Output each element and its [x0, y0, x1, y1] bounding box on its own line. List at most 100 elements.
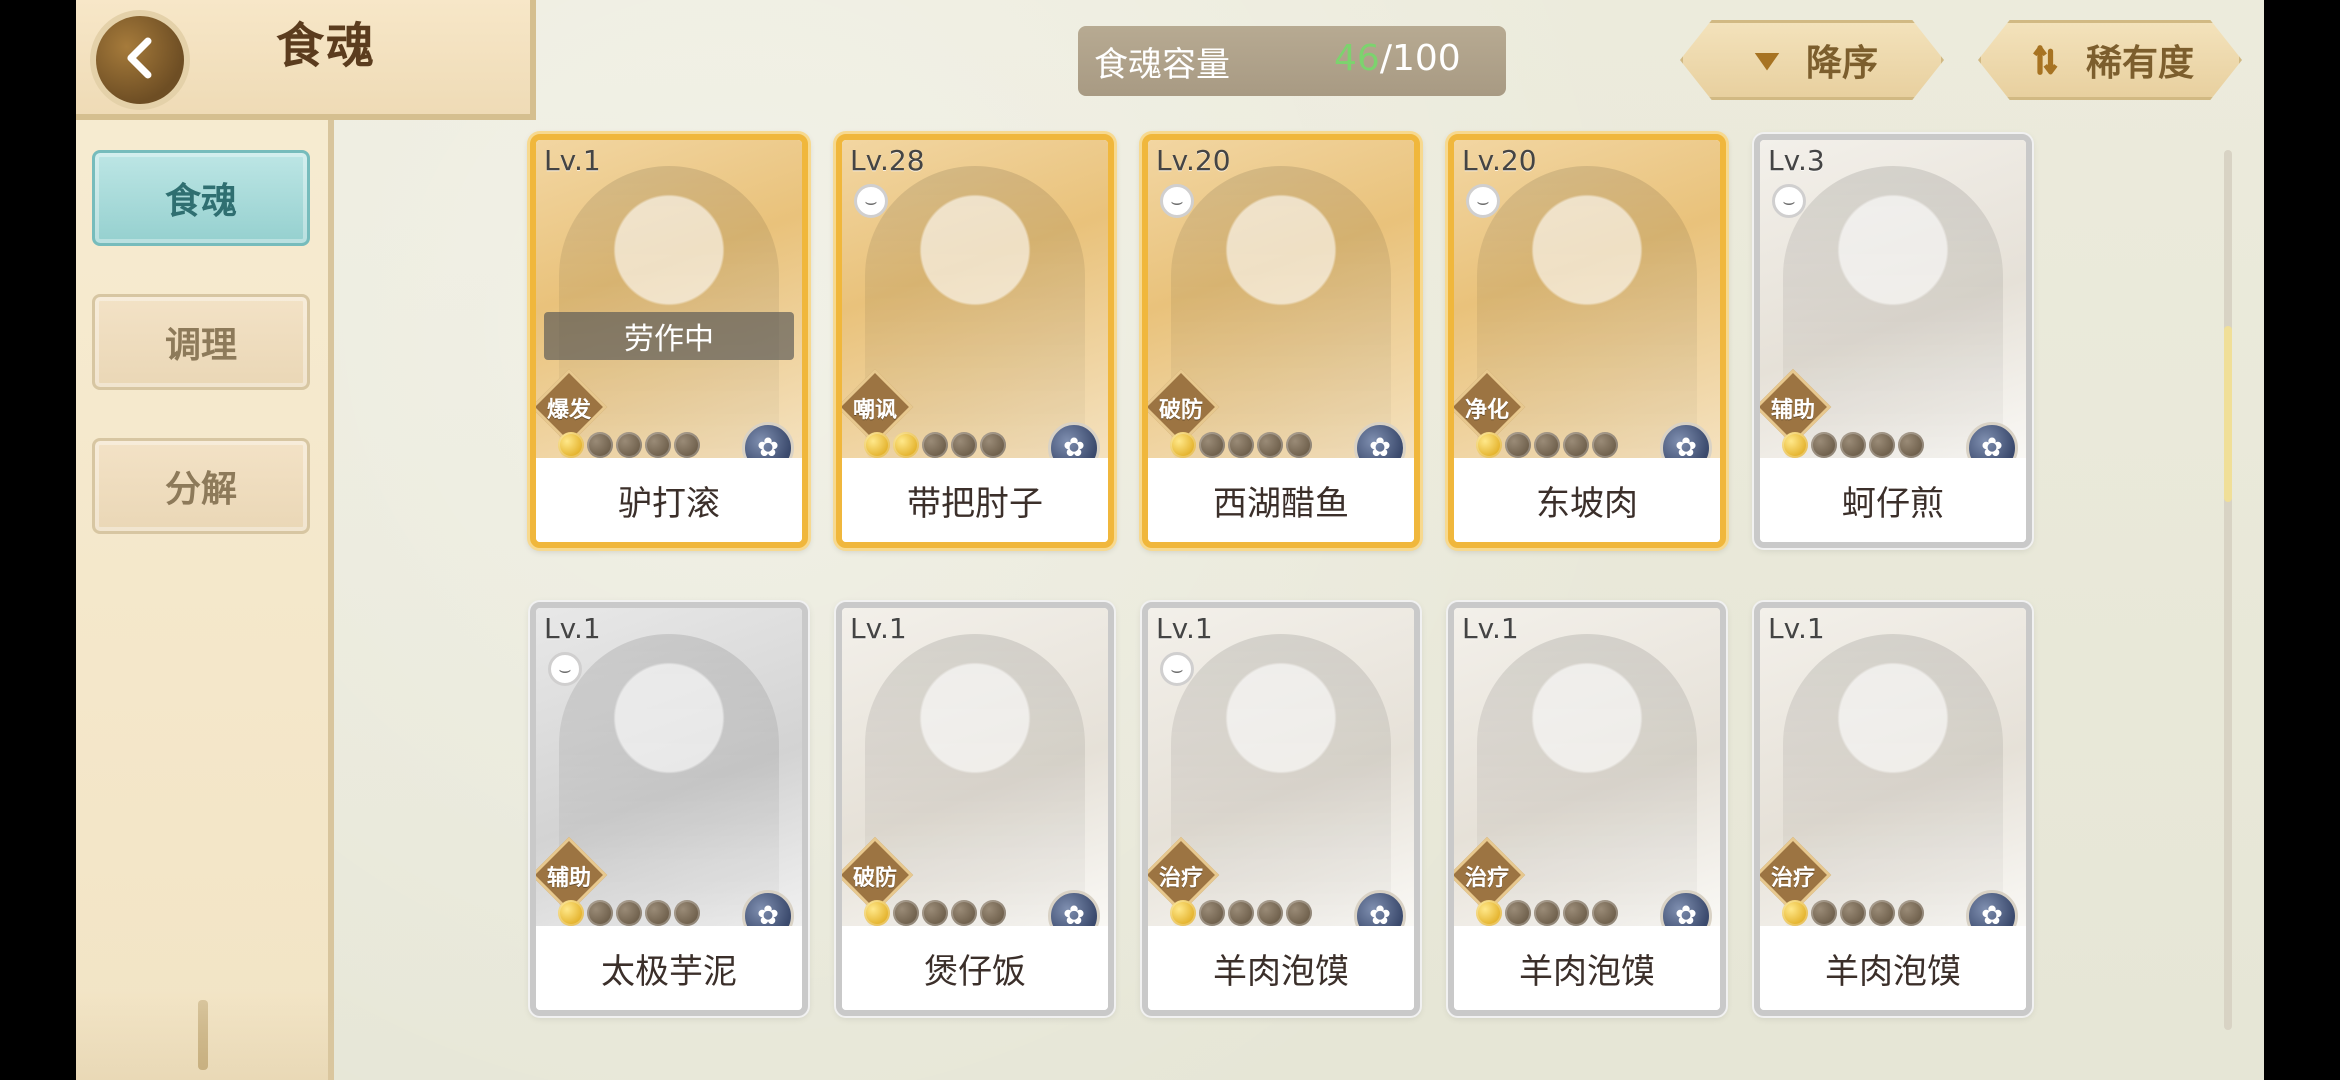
card-level: Lv.3 — [1768, 144, 1825, 177]
header-banner: 食魂 — [76, 0, 536, 120]
star-icon — [1869, 900, 1895, 926]
tassel-decoration — [198, 1000, 208, 1070]
capacity-indicator: 食魂容量 46/100 — [1078, 26, 1506, 96]
star-icon — [1228, 432, 1254, 458]
scrollbar-thumb[interactable] — [2224, 326, 2232, 502]
card-level: Lv.28 — [850, 144, 925, 177]
bowl-icon: ⌣ — [1466, 184, 1500, 218]
sort-desc-button[interactable]: 降序 — [1680, 20, 1944, 100]
star-icon — [616, 432, 642, 458]
role-label: 治疗 — [1770, 866, 1815, 891]
rarity-stars — [1170, 432, 1312, 458]
role-label: 治疗 — [1158, 866, 1203, 891]
sort-desc-label: 降序 — [1805, 42, 1878, 84]
card-level: Lv.1 — [1462, 612, 1519, 645]
chevron-left-icon — [113, 31, 167, 89]
food-soul-card[interactable]: Lv.3 ⌣ 辅助 ✿ 蚵仔煎 — [1754, 134, 2032, 548]
sort-rarity-button[interactable]: 稀有度 — [1978, 20, 2242, 100]
card-name: 太极芋泥 — [536, 926, 802, 1010]
food-soul-card[interactable]: Lv.1 ⌣ 治疗 ✿ 羊肉泡馍 — [1142, 602, 1420, 1016]
card-name: 煲仔饭 — [842, 926, 1108, 1010]
star-icon — [1199, 900, 1225, 926]
star-icon — [558, 900, 584, 926]
star-icon — [587, 432, 613, 458]
sort-bars-icon — [2026, 39, 2068, 81]
bowl-icon: ⌣ — [1160, 184, 1194, 218]
food-soul-card[interactable]: Lv.1 治疗 ✿ 羊肉泡馍 — [1448, 602, 1726, 1016]
star-icon — [1505, 900, 1531, 926]
star-icon — [587, 900, 613, 926]
rarity-stars — [1476, 432, 1618, 458]
star-icon — [645, 900, 671, 926]
triangle-down-icon — [1746, 39, 1788, 81]
capacity-label: 食魂容量 — [1094, 44, 1230, 85]
app: 食魂 调理 分解 食魂 食魂容量 46/100 降序 稀有度 Lv.1 劳作中 … — [76, 0, 2264, 1080]
rarity-stars — [558, 900, 700, 926]
card-level: Lv.1 — [544, 612, 601, 645]
star-icon — [1782, 900, 1808, 926]
role-label: 破防 — [1158, 398, 1203, 423]
star-icon — [1840, 900, 1866, 926]
role-label: 爆发 — [546, 398, 591, 423]
rarity-stars — [1782, 900, 1924, 926]
sidebar-item-label: 调理 — [164, 324, 237, 366]
card-name: 羊肉泡馍 — [1454, 926, 1720, 1010]
bowl-icon: ⌣ — [854, 184, 888, 218]
food-soul-card[interactable]: Lv.1 破防 ✿ 煲仔饭 — [836, 602, 1114, 1016]
sidebar: 食魂 调理 分解 — [76, 0, 334, 1080]
sidebar-item-cook[interactable]: 调理 — [92, 294, 310, 390]
rarity-stars — [1476, 900, 1618, 926]
role-label: 破防 — [852, 866, 897, 891]
star-icon — [1199, 432, 1225, 458]
star-icon — [1257, 900, 1283, 926]
sidebar-item-decompose[interactable]: 分解 — [92, 438, 310, 534]
star-icon — [980, 432, 1006, 458]
star-icon — [1257, 432, 1283, 458]
star-icon — [616, 900, 642, 926]
food-soul-card[interactable]: Lv.20 ⌣ 净化 ✿ 东坡肉 — [1448, 134, 1726, 548]
food-soul-card[interactable]: Lv.1 治疗 ✿ 羊肉泡馍 — [1754, 602, 2032, 1016]
capacity-value: 46/100 — [1334, 38, 1461, 79]
star-icon — [922, 900, 948, 926]
rarity-stars — [864, 432, 1006, 458]
star-icon — [1534, 900, 1560, 926]
capacity-current: 46 — [1334, 38, 1380, 79]
card-level: Lv.1 — [544, 144, 601, 177]
card-name: 西湖醋鱼 — [1148, 458, 1414, 542]
sidebar-item-food-souls[interactable]: 食魂 — [92, 150, 310, 246]
star-icon — [980, 900, 1006, 926]
rarity-stars — [1782, 432, 1924, 458]
food-soul-card[interactable]: Lv.28 ⌣ 嘲讽 ✿ 带把肘子 — [836, 134, 1114, 548]
card-level: Lv.20 — [1156, 144, 1231, 177]
food-soul-card[interactable]: Lv.20 ⌣ 破防 ✿ 西湖醋鱼 — [1142, 134, 1420, 548]
sidebar-item-label: 食魂 — [164, 180, 237, 222]
rarity-stars — [864, 900, 1006, 926]
food-soul-card[interactable]: Lv.1 劳作中 爆发 ✿ 驴打滚 — [530, 134, 808, 548]
card-name: 羊肉泡馍 — [1148, 926, 1414, 1010]
star-icon — [1563, 900, 1589, 926]
back-button[interactable] — [90, 10, 190, 110]
star-icon — [1840, 432, 1866, 458]
card-level: Lv.1 — [1156, 612, 1213, 645]
card-name: 蚵仔煎 — [1760, 458, 2026, 542]
rarity-stars — [1170, 900, 1312, 926]
star-icon — [1869, 432, 1895, 458]
star-icon — [893, 900, 919, 926]
star-icon — [893, 432, 919, 458]
bowl-icon: ⌣ — [548, 652, 582, 686]
star-icon — [1811, 900, 1837, 926]
role-label: 净化 — [1464, 398, 1509, 423]
star-icon — [951, 900, 977, 926]
sidebar-item-label: 分解 — [164, 468, 237, 510]
rarity-stars — [558, 432, 700, 458]
role-label: 辅助 — [1770, 398, 1815, 423]
star-icon — [674, 900, 700, 926]
star-icon — [1898, 900, 1924, 926]
scrollbar[interactable] — [2224, 150, 2232, 1030]
status-badge: 劳作中 — [544, 312, 794, 360]
star-icon — [1534, 432, 1560, 458]
star-icon — [1476, 432, 1502, 458]
bowl-icon: ⌣ — [1160, 652, 1194, 686]
star-icon — [1286, 900, 1312, 926]
food-soul-card[interactable]: Lv.1 ⌣ 辅助 ✿ 太极芋泥 — [530, 602, 808, 1016]
